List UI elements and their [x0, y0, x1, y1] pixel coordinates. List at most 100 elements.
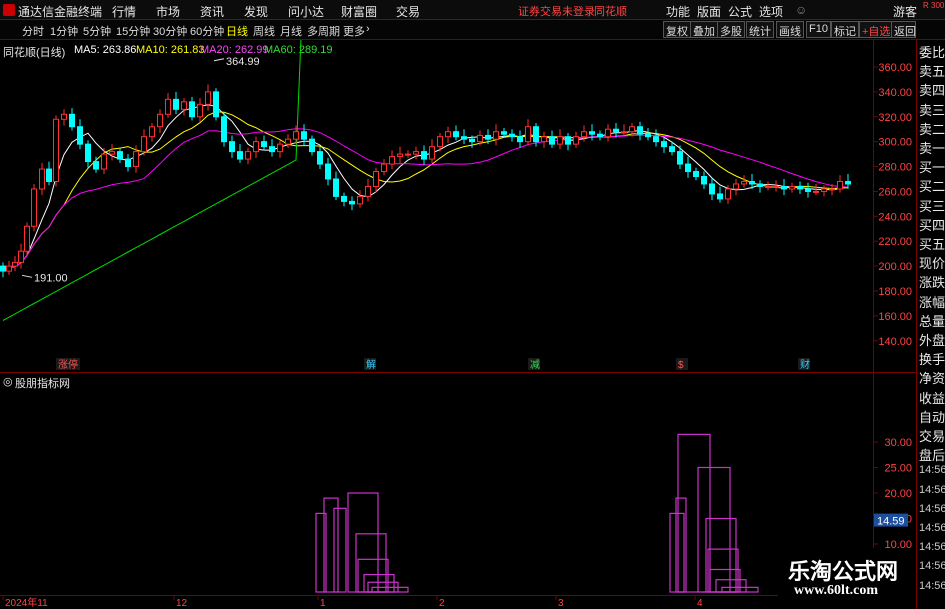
candle: [373, 171, 379, 187]
event-tag[interactable]: $: [678, 360, 684, 371]
event-tag[interactable]: 涨停: [58, 358, 78, 371]
period-1min[interactable]: 1分钟: [50, 23, 78, 39]
candle: [821, 188, 827, 192]
sidebar-item[interactable]: 买四: [919, 215, 945, 234]
menu-xuanxiang[interactable]: 选项: [759, 3, 783, 20]
btn-huaxian[interactable]: 画线: [776, 21, 804, 38]
btn-fuquan[interactable]: 复权: [663, 21, 691, 38]
sidebar-item[interactable]: 买五: [919, 234, 945, 253]
sidebar-item[interactable]: 卖五: [919, 61, 945, 80]
candle: [301, 131, 307, 140]
login-notice[interactable]: 证券交易未登录: [518, 3, 595, 19]
sidebar-item[interactable]: 14:56: [919, 580, 945, 592]
candle: [69, 113, 75, 128]
event-tag[interactable]: 减: [530, 359, 540, 371]
user-icon[interactable]: ☺: [795, 3, 807, 17]
sidebar-item[interactable]: 卖二: [919, 119, 945, 138]
broker-name[interactable]: 同花顺: [594, 3, 627, 19]
sidebar-item[interactable]: 买二: [919, 176, 945, 195]
sidebar-item[interactable]: 14:56: [919, 560, 945, 572]
sidebar-item[interactable]: 收益: [919, 388, 945, 407]
sidebar-item[interactable]: 现价: [919, 253, 945, 272]
sidebar-item[interactable]: 14:56: [919, 464, 945, 476]
guest-label[interactable]: 游客: [893, 3, 917, 20]
sidebar-item[interactable]: 买一: [919, 157, 945, 176]
candle: [405, 153, 411, 156]
sidebar-item[interactable]: 总量: [919, 311, 945, 330]
sidebar-item[interactable]: 涨跌: [919, 272, 945, 291]
sidebar-item[interactable]: 14:56: [919, 484, 945, 496]
candle: [661, 141, 667, 148]
price-axis-label: 160.00: [878, 311, 912, 323]
menu-zixun[interactable]: 资讯: [200, 3, 224, 20]
sidebar-item[interactable]: 涨幅: [919, 292, 945, 311]
sidebar-item[interactable]: 交易: [919, 426, 945, 445]
btn-duogu[interactable]: 多股: [717, 21, 745, 38]
watermark-line2: www.60lt.com: [794, 583, 878, 598]
btn-add-watchlist[interactable]: +自选: [859, 21, 894, 38]
date-axis-label: 4: [697, 598, 703, 609]
sidebar-item[interactable]: 卖一: [919, 138, 945, 157]
candle: [229, 141, 235, 153]
period-fenshi[interactable]: 分时: [22, 23, 44, 39]
menu-gongneng[interactable]: 功能: [666, 3, 690, 20]
chevron-right-icon[interactable]: ›: [366, 23, 370, 35]
candle: [701, 176, 707, 185]
menu-wenxiaoda[interactable]: 问小达: [288, 3, 324, 20]
candle: [149, 126, 155, 138]
menu-jiaoyi[interactable]: 交易: [396, 3, 420, 20]
sidebar-item[interactable]: 卖四: [919, 80, 945, 99]
btn-diejia[interactable]: 叠加: [690, 21, 718, 38]
period-weekly[interactable]: 周线: [253, 23, 275, 39]
period-daily[interactable]: 日线: [226, 23, 248, 39]
period-more[interactable]: 更多: [343, 23, 365, 39]
btn-tongji[interactable]: 统计: [746, 21, 774, 38]
sidebar-item[interactable]: 换手: [919, 349, 945, 368]
period-monthly[interactable]: 月线: [280, 23, 302, 39]
period-multi[interactable]: 多周期: [307, 23, 340, 39]
candle: [269, 146, 275, 153]
candle: [117, 151, 123, 160]
price-axis-label: 260.00: [878, 186, 912, 198]
menu-faxian[interactable]: 发现: [244, 3, 268, 20]
sidebar-item[interactable]: 14:56: [919, 541, 945, 553]
period-15min[interactable]: 15分钟: [116, 23, 150, 39]
btn-biaoji[interactable]: 标记: [831, 21, 859, 38]
sidebar-item[interactable]: 委比: [919, 42, 945, 61]
event-tag[interactable]: 解: [366, 358, 376, 371]
sidebar-item[interactable]: 14:56: [919, 522, 945, 534]
btn-f10[interactable]: F10: [806, 21, 831, 38]
candle: [93, 161, 99, 170]
candle: [285, 138, 291, 145]
menu-gongshi[interactable]: 公式: [728, 3, 752, 20]
sidebar-item[interactable]: 买三: [919, 196, 945, 215]
sidebar-item[interactable]: 卖三: [919, 100, 945, 119]
menu-shichang[interactable]: 市场: [156, 3, 180, 20]
period-5min[interactable]: 5分钟: [83, 23, 111, 39]
sidebar-item[interactable]: 14:56: [919, 503, 945, 515]
candle: [309, 138, 315, 153]
sidebar-item[interactable]: 净资: [919, 368, 945, 387]
candle: [733, 183, 739, 190]
candle: [165, 98, 171, 115]
event-tag[interactable]: 财: [800, 358, 810, 371]
candle: [789, 185, 795, 190]
kline-chart[interactable]: 360.00340.00320.00300.00280.00260.00240.…: [0, 40, 916, 609]
candle: [365, 185, 371, 197]
period-60min[interactable]: 60分钟: [190, 23, 224, 39]
menu-banmian[interactable]: 版面: [697, 3, 721, 20]
candle: [621, 131, 627, 134]
sidebar-item[interactable]: 盘后: [919, 445, 945, 464]
candle: [469, 138, 475, 143]
menu-hangqing[interactable]: 行情: [112, 3, 136, 20]
candle: [181, 101, 187, 110]
candle: [205, 91, 211, 105]
sidebar-item[interactable]: 自动: [919, 407, 945, 426]
period-30min[interactable]: 30分钟: [153, 23, 187, 39]
menu-caifuquan[interactable]: 财富圈: [341, 3, 377, 20]
btn-back[interactable]: 返回: [891, 21, 916, 38]
candle: [189, 101, 195, 118]
sidebar-item[interactable]: 外盘: [919, 330, 945, 349]
candle: [533, 126, 539, 143]
price-axis-label: 240.00: [878, 211, 912, 223]
